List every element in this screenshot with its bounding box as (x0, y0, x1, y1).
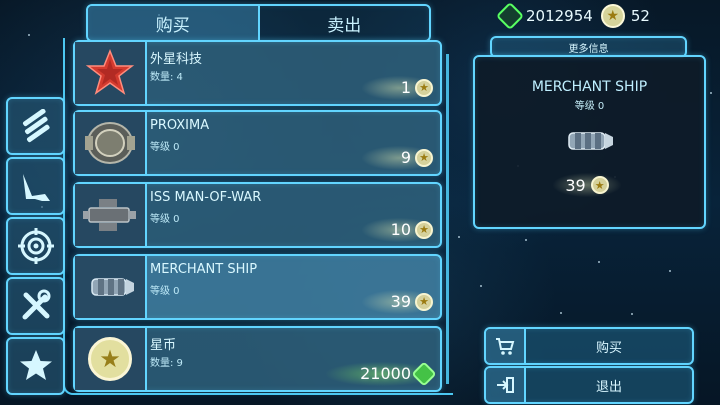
item-name: ISS MAN-OF-WAR (150, 190, 262, 205)
item-thumbnail (75, 256, 147, 318)
info-panel: MERCHANT SHIP 等级 0 39 ★ (473, 55, 706, 229)
list-item[interactable]: ★ 星币 数量: 9 21000 (73, 326, 442, 392)
star-currency-amount: 52 (630, 7, 650, 25)
buy-button[interactable]: 购买 (484, 327, 694, 365)
item-price: 10 ★ (391, 220, 433, 239)
list-scrollbar[interactable] (446, 54, 449, 384)
target-icon (17, 228, 54, 264)
currency-display: 2012954 ★ 52 (495, 1, 650, 31)
item-quantity: 数量: 9 (150, 358, 183, 369)
man-of-war-ship-icon (83, 199, 136, 231)
tab-sell[interactable]: 卖出 (257, 6, 429, 40)
star-currency-icon: ★ (415, 148, 433, 167)
item-name: 外星科技 (150, 52, 203, 67)
category-targeting-button[interactable] (6, 217, 65, 275)
exit-button-label: 退出 (595, 379, 622, 395)
list-item[interactable]: PROXIMA 等级 0 9 ★ (73, 110, 442, 176)
item-name: 星币 (150, 338, 177, 353)
info-price-value: 39 (565, 175, 586, 195)
star-currency-icon: ★ (590, 176, 609, 194)
item-level: 等级 0 (150, 142, 180, 153)
green-currency-icon (495, 1, 525, 31)
green-currency-icon (411, 360, 437, 387)
green-currency-stat: 2012954 (495, 1, 593, 31)
item-name: MERCHANT SHIP (150, 262, 258, 277)
star-currency-icon: ★ (415, 220, 433, 239)
star-icon (19, 350, 52, 380)
ship-wing-icon (22, 174, 50, 201)
missiles-icon (22, 109, 50, 143)
star-currency-icon: ★ (600, 4, 625, 28)
item-thumbnail (75, 112, 147, 174)
exit-button[interactable]: 退出 (484, 366, 694, 404)
trade-tabs: 购买 卖出 (86, 4, 431, 42)
tab-buy[interactable]: 购买 (88, 6, 258, 40)
item-thumbnail (75, 184, 147, 246)
green-currency-amount: 2012954 (526, 7, 593, 25)
category-missiles-button[interactable] (6, 97, 65, 155)
item-level: 等级 0 (150, 286, 180, 297)
proxima-ship-icon (85, 122, 135, 164)
info-ship-name: MERCHANT SHIP (531, 79, 648, 95)
exit-icon (486, 368, 526, 402)
info-ship-level: 等级 0 (574, 101, 605, 112)
star-currency-icon: ★ (415, 292, 433, 311)
info-price: 39 ★ (553, 173, 621, 197)
star-currency-icon: ★ (415, 78, 433, 97)
star-currency-stat: ★ 52 (600, 4, 650, 28)
category-ships-button[interactable] (6, 157, 65, 215)
price-value: 21000 (360, 364, 411, 383)
price-value: 10 (390, 220, 411, 239)
item-price: 9 ★ (401, 148, 433, 167)
item-price: 1 ★ (401, 78, 433, 97)
merchant-ship-icon (568, 132, 613, 150)
item-name: PROXIMA (150, 118, 210, 133)
item-thumbnail (75, 42, 147, 104)
item-quantity: 数量: 4 (150, 72, 183, 83)
category-star-button[interactable] (6, 337, 65, 395)
category-tools-button[interactable] (6, 277, 65, 335)
red-star-emblem-icon (85, 48, 135, 95)
buy-button-label: 购买 (595, 340, 622, 356)
item-price: 39 ★ (391, 292, 433, 311)
cart-icon (486, 329, 526, 363)
list-item[interactable]: 外星科技 数量: 4 1 ★ (73, 40, 442, 106)
price-value: 1 (400, 78, 411, 97)
item-level: 等级 0 (150, 214, 180, 225)
price-value: 39 (390, 292, 411, 311)
star-coin-icon: ★ (88, 337, 132, 381)
merchant-ship-icon (91, 278, 134, 296)
list-item[interactable]: ISS MAN-OF-WAR 等级 0 10 ★ (73, 182, 442, 248)
item-thumbnail: ★ (75, 328, 147, 390)
price-value: 9 (400, 148, 411, 167)
list-item-selected[interactable]: MERCHANT SHIP 等级 0 39 ★ (73, 254, 442, 320)
item-price: 21000 (360, 360, 437, 387)
tools-icon (22, 289, 50, 320)
